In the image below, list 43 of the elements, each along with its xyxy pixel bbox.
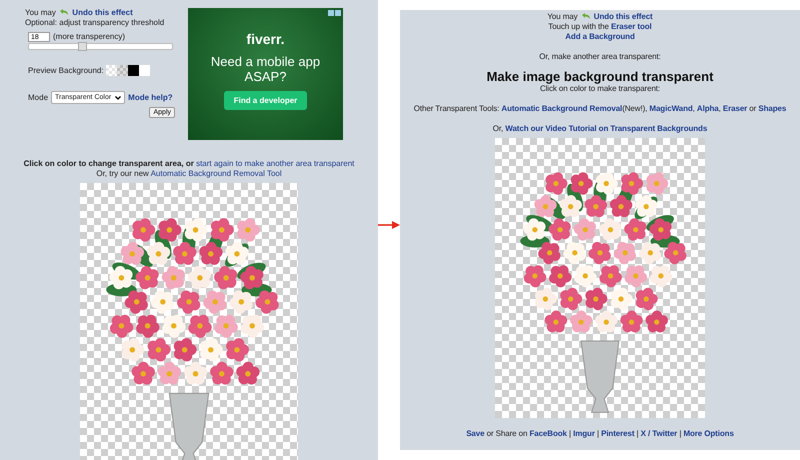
undo-line: You may Undo this effect	[547, 12, 653, 22]
text-link[interactable]: Eraser	[722, 104, 748, 113]
threshold-label: (more transperency)	[53, 32, 126, 42]
undo-arrow-icon[interactable]	[580, 13, 591, 20]
text-link[interactable]: X / Twitter	[640, 429, 678, 438]
another-area-text: Or, make another area transparent:	[539, 52, 661, 62]
tools-text: Other Transparent Tools: Automatic Background Removal(New!), MagicWand, Alpha, Eraser or Shapes	[414, 104, 786, 114]
text-link[interactable]: Imgur	[573, 429, 595, 438]
undo-arrow-icon[interactable]	[59, 9, 70, 16]
text-link[interactable]: Watch our Video Tutorial on Transparent Backgrounds	[505, 124, 708, 133]
text-link[interactable]: FaceBook	[529, 429, 567, 438]
mode-help-link[interactable]: Mode help?	[128, 92, 173, 102]
undo-line: You may Undo this effect	[25, 8, 134, 18]
slider-thumb[interactable]	[78, 42, 87, 51]
video-tutorial-text: Or, Watch our Video Tutorial on Transparent Backgrounds	[492, 124, 708, 134]
text-link[interactable]: start again to make another area transparent	[196, 159, 354, 168]
ad-choices-icon[interactable]	[328, 10, 341, 16]
text-link[interactable]: Pinterest	[601, 429, 634, 438]
preview-background-label: Preview Background:	[28, 66, 104, 76]
text-link[interactable]: More Options	[683, 429, 734, 438]
share-text: Save or Share on FaceBook | Imgur | Pinterest | X / Twitter | More Options	[466, 429, 734, 439]
text-link[interactable]: Automatic Background Removal	[501, 104, 622, 113]
hint-text: Optional: adjust transparency threshold	[25, 18, 166, 28]
text-link[interactable]: Eraser tool	[610, 22, 652, 31]
instruction-text: Click on color to change transparent area, or start again to make another area transparent	[24, 159, 354, 169]
text-link[interactable]: Save	[466, 429, 484, 438]
text-link[interactable]: Alpha	[696, 104, 719, 113]
instruction-text: Or, try our new Automatic Background Removal Tool	[96, 169, 282, 179]
instruction-text: Click on color to make transparent:	[540, 84, 660, 94]
caret-icon	[115, 96, 122, 100]
ad-headline: Need a mobile app ASAP?	[210, 54, 322, 84]
threshold-slider[interactable]	[28, 43, 173, 50]
ad-logo: fiverr.	[246, 31, 285, 47]
mode-label: Mode	[28, 92, 48, 102]
add-background-link[interactable]: Add a Background	[565, 32, 635, 41]
undo-link[interactable]: Undo this effect	[72, 8, 133, 17]
undo-link[interactable]: Undo this effect	[594, 12, 653, 21]
text-link[interactable]: Automatic Background Removal Tool	[150, 169, 282, 178]
touch-up-text: Touch up with the Eraser tool	[548, 22, 652, 32]
page-heading: Make image background transparent	[486, 70, 714, 84]
text-link[interactable]: MagicWand	[649, 104, 693, 113]
right-arrow	[378, 221, 400, 229]
text-link[interactable]: Shapes	[758, 104, 786, 113]
